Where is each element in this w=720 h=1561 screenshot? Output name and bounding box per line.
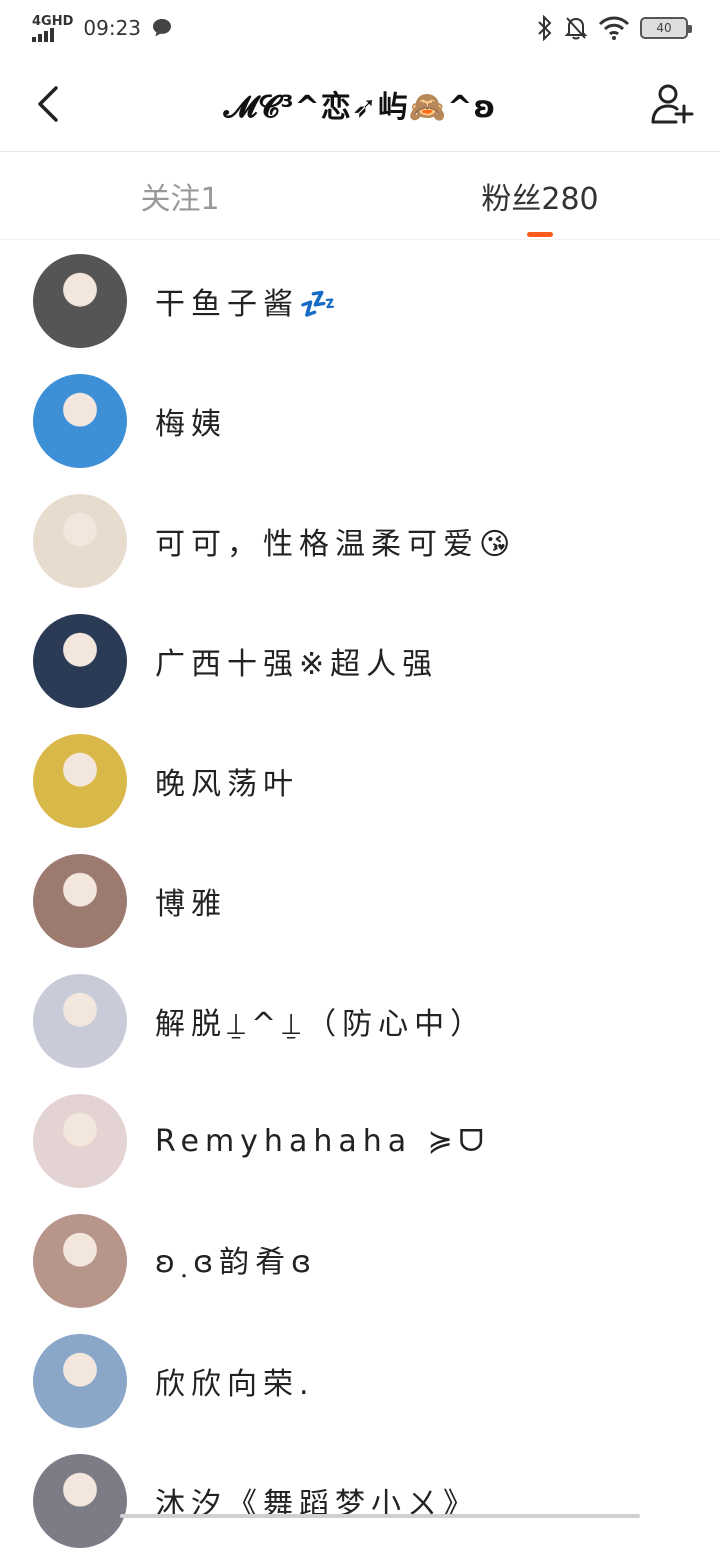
- list-item[interactable]: 广西十强※超人强: [0, 601, 720, 721]
- active-tab-indicator: [527, 232, 553, 237]
- app-header: 𝓜𝓒³^恋➶屿🙈^ʚ: [0, 56, 720, 152]
- chevron-left-icon: [36, 86, 60, 122]
- fan-name: 解脱⍊^⍊（防心中）: [155, 999, 486, 1043]
- back-button[interactable]: [28, 78, 68, 130]
- fans-list: 干鱼子酱💤 梅姨可可，性格温柔可爱😘 广西十强※超人强晚风荡叶博雅解脱⍊^⍊（防心中…: [0, 241, 720, 1561]
- avatar[interactable]: [33, 494, 127, 588]
- fan-name: 梅姨: [155, 399, 227, 443]
- avatar[interactable]: [33, 1094, 127, 1188]
- avatar[interactable]: [33, 1454, 127, 1548]
- tab-following-label: 关注1: [140, 174, 219, 218]
- battery-level: 40: [656, 21, 671, 35]
- tab-fans[interactable]: 粉丝280: [360, 152, 720, 239]
- list-item[interactable]: 博雅: [0, 841, 720, 961]
- fan-name: Remyhahaha ≽ᗜ: [155, 1124, 490, 1159]
- add-friend-button[interactable]: [648, 80, 696, 128]
- fan-name: 欣欣向荣.: [155, 1359, 315, 1403]
- avatar[interactable]: [33, 374, 127, 468]
- chat-bubble-icon: [151, 17, 173, 39]
- status-right: 40: [536, 15, 688, 41]
- page-title: 𝓜𝓒³^恋➶屿🙈^ʚ: [224, 82, 497, 126]
- list-item[interactable]: ʚ຺ɞ韵肴ɞ: [0, 1201, 720, 1321]
- list-item[interactable]: 欣欣向荣.: [0, 1321, 720, 1441]
- clock: 09:23: [83, 16, 141, 40]
- list-item[interactable]: Remyhahaha ≽ᗜ: [0, 1081, 720, 1201]
- list-item[interactable]: 可可，性格温柔可爱😘: [0, 481, 720, 601]
- mute-bell-icon: [564, 15, 588, 41]
- signal-bars-icon: [32, 28, 54, 42]
- avatar[interactable]: [33, 734, 127, 828]
- tab-following[interactable]: 关注1: [0, 152, 360, 239]
- list-item[interactable]: 梅姨: [0, 361, 720, 481]
- avatar[interactable]: [33, 614, 127, 708]
- home-indicator[interactable]: [120, 1514, 640, 1518]
- status-bar: 4GHD 09:23 40: [0, 0, 720, 56]
- tab-fans-label: 粉丝280: [481, 174, 598, 218]
- network-type: 4GHD: [32, 15, 73, 28]
- status-left: 4GHD 09:23: [32, 15, 173, 42]
- fan-name: 广西十强※超人强: [155, 639, 438, 683]
- fan-name: 可可，性格温柔可爱😘: [155, 519, 516, 563]
- fan-name: 晚风荡叶: [155, 759, 299, 803]
- follow-tabs: 关注1 粉丝280: [0, 152, 720, 240]
- signal-indicator: 4GHD: [32, 15, 73, 42]
- avatar[interactable]: [33, 1334, 127, 1428]
- fan-name: 干鱼子酱💤: [155, 279, 342, 323]
- avatar[interactable]: [33, 974, 127, 1068]
- avatar[interactable]: [33, 254, 127, 348]
- list-item[interactable]: 沐汐《舞蹈梦小ㄨ》: [0, 1441, 720, 1561]
- add-user-icon: [650, 82, 694, 126]
- wifi-icon: [598, 16, 630, 40]
- list-item[interactable]: 干鱼子酱💤: [0, 241, 720, 361]
- list-item[interactable]: 晚风荡叶: [0, 721, 720, 841]
- fan-name: ʚ຺ɞ韵肴ɞ: [155, 1237, 317, 1286]
- fan-name: 博雅: [155, 879, 227, 923]
- avatar[interactable]: [33, 1214, 127, 1308]
- bluetooth-icon: [536, 15, 554, 41]
- avatar[interactable]: [33, 854, 127, 948]
- battery-icon: 40: [640, 17, 688, 39]
- list-item[interactable]: 解脱⍊^⍊（防心中）: [0, 961, 720, 1081]
